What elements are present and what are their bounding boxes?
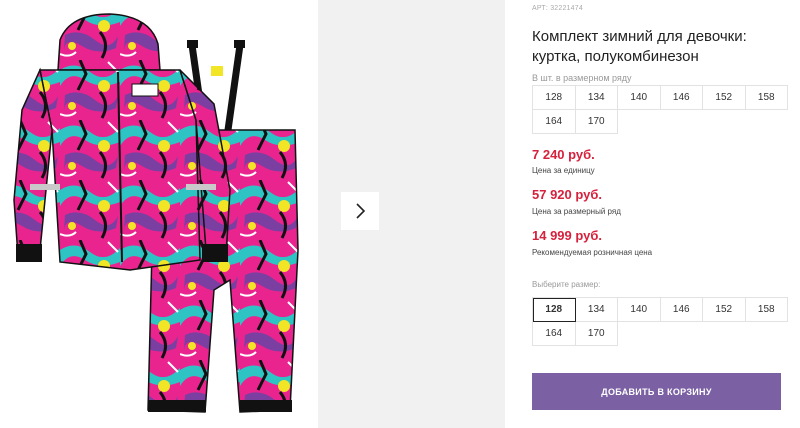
pack-label: В шт. в размерном ряду [532, 73, 632, 83]
product-info: АРТ: 32221474 Комплект зимний для девочк… [532, 0, 800, 428]
gallery-next-button[interactable] [341, 192, 379, 230]
pack-size: 134 [575, 86, 618, 110]
pack-size-grid: 128 134 140 146 152 158 164 170 [532, 85, 788, 134]
size-option[interactable]: 158 [745, 298, 788, 322]
retail-price-note: Рекомендуемая розничная цена [532, 248, 653, 257]
row-price: 57 920 руб. [532, 187, 603, 202]
pack-size: 170 [575, 110, 618, 134]
size-option[interactable]: 152 [703, 298, 746, 322]
pack-size: 146 [660, 86, 703, 110]
size-option[interactable]: 140 [618, 298, 661, 322]
retail-price: 14 999 руб. [532, 228, 603, 243]
size-select-label: Выберите размер: [532, 280, 601, 289]
add-to-cart-button[interactable]: ДОБАВИТЬ В КОРЗИНУ [532, 373, 781, 410]
size-option[interactable]: 134 [575, 298, 618, 322]
product-photo[interactable] [0, 0, 318, 428]
size-option[interactable]: 170 [575, 322, 618, 346]
pack-size: 128 [533, 86, 576, 110]
row-price-note: Цена за размерный ряд [532, 207, 621, 216]
size-selector: 128 134 140 146 152 158 164 170 [532, 297, 788, 346]
size-option-selected[interactable]: 128 [533, 298, 576, 322]
pack-size: 164 [533, 110, 576, 134]
size-option[interactable]: 164 [533, 322, 576, 346]
size-option[interactable]: 146 [660, 298, 703, 322]
product-title: Комплект зимний для девочки: куртка, пол… [532, 28, 747, 65]
pack-size: 158 [745, 86, 788, 110]
chevron-right-icon [356, 203, 366, 219]
article-number: АРТ: 32221474 [532, 5, 583, 12]
unit-price: 7 240 руб. [532, 147, 595, 162]
pack-size: 152 [703, 86, 746, 110]
unit-price-note: Цена за единицу [532, 166, 595, 175]
snowsuit-illustration [13, 13, 299, 413]
pack-size: 140 [618, 86, 661, 110]
product-gallery [0, 0, 505, 428]
